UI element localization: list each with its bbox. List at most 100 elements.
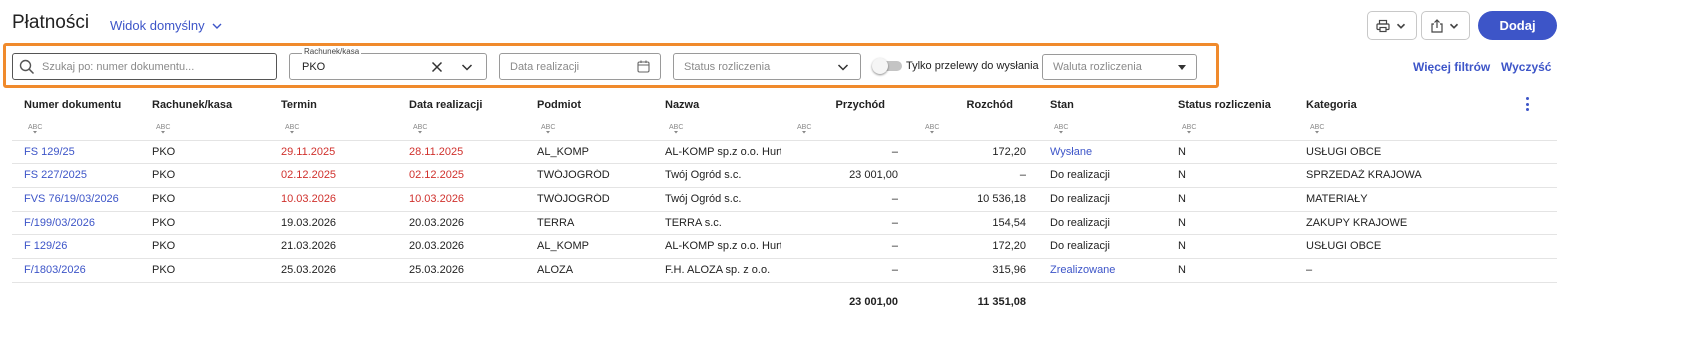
column-header-income[interactable]: Przychód xyxy=(785,99,885,111)
clear-icon[interactable] xyxy=(430,60,444,74)
cell-category: USŁUGI OBCE xyxy=(1306,240,1382,252)
svg-text:ABC: ABC xyxy=(1054,124,1068,131)
cell-entity: AL_KOMP xyxy=(537,240,589,252)
cell-document-number[interactable]: F/1803/2026 xyxy=(24,264,144,276)
cell-expense: 10 536,18 xyxy=(977,193,1026,205)
cell-name: AL-KOMP sp.z o.o. Hurtow xyxy=(665,146,781,158)
search-placeholder: Szukaj po: numer dokumentu... xyxy=(42,60,195,73)
status-placeholder: Status rozliczenia xyxy=(684,60,771,73)
cell-settlement-status: N xyxy=(1178,264,1186,276)
cell-expense: 315,96 xyxy=(992,264,1026,276)
column-filter-icon[interactable]: ABC xyxy=(412,121,428,135)
cell-income: – xyxy=(891,193,898,205)
column-header-state[interactable]: Stan xyxy=(1050,99,1074,111)
print-button[interactable] xyxy=(1367,11,1417,40)
search-icon xyxy=(19,59,35,74)
chevron-down-icon xyxy=(212,23,222,29)
cell-settlement-status: N xyxy=(1178,146,1186,158)
column-filter-icon[interactable]: ABC xyxy=(155,121,171,135)
cell-due-date: 29.11.2025 xyxy=(281,146,336,158)
view-selector[interactable]: Widok domyślny xyxy=(110,18,223,33)
column-filter-icon[interactable]: ABC xyxy=(1053,121,1069,135)
row-divider xyxy=(12,140,1557,141)
cell-expense: 154,54 xyxy=(992,217,1026,229)
cell-account: PKO xyxy=(152,264,176,276)
row-divider xyxy=(12,187,1557,188)
cell-state: Do realizacji xyxy=(1050,193,1110,205)
cell-execution-date: 20.03.2026 xyxy=(409,217,465,229)
svg-text:ABC: ABC xyxy=(156,124,170,131)
cell-entity: TWÓJOGRÓD xyxy=(537,193,610,205)
cell-expense: – xyxy=(1019,169,1026,181)
column-header-account[interactable]: Rachunek/kasa xyxy=(152,99,232,111)
cell-state: Do realizacji xyxy=(1050,169,1110,181)
cell-name: AL-KOMP sp.z o.o. Hurtow xyxy=(665,240,781,252)
clear-filters-link[interactable]: Wyczyść xyxy=(1501,60,1551,74)
column-filter-icon[interactable]: ABC xyxy=(924,121,940,135)
status-select[interactable]: Status rozliczenia xyxy=(673,53,861,80)
cell-income: – xyxy=(891,264,898,276)
cell-category: MATERIAŁY xyxy=(1306,193,1368,205)
cell-income: – xyxy=(891,240,898,252)
cell-entity: TERRA xyxy=(537,217,575,229)
svg-text:ABC: ABC xyxy=(413,124,427,131)
svg-text:ABC: ABC xyxy=(1182,124,1196,131)
column-header-execution-date[interactable]: Data realizacji xyxy=(409,99,482,111)
page-title: Płatności xyxy=(12,12,90,33)
column-filter-icon[interactable]: ABC xyxy=(668,121,684,135)
cell-due-date: 25.03.2026 xyxy=(281,264,337,276)
column-filter-icon[interactable]: ABC xyxy=(1309,121,1325,135)
column-menu-icon[interactable] xyxy=(1521,95,1533,113)
cell-document-number[interactable]: FS 129/25 xyxy=(24,146,144,158)
cell-state[interactable]: Zrealizowane xyxy=(1050,264,1170,276)
cell-account: PKO xyxy=(152,193,176,205)
column-header-name[interactable]: Nazwa xyxy=(665,99,699,111)
column-filter-icon[interactable]: ABC xyxy=(796,121,812,135)
chevron-down-icon xyxy=(1450,23,1459,29)
column-header-category[interactable]: Kategoria xyxy=(1306,99,1357,111)
cell-income: 23 001,00 xyxy=(849,169,898,181)
cell-name: Twój Ogród s.c. xyxy=(665,193,742,205)
more-filters-link[interactable]: Więcej filtrów xyxy=(1413,60,1490,74)
column-header-document-number[interactable]: Numer dokumentu xyxy=(24,99,121,111)
row-divider xyxy=(12,234,1557,235)
row-divider xyxy=(12,163,1557,164)
cell-execution-date: 25.03.2026 xyxy=(409,264,465,276)
svg-text:ABC: ABC xyxy=(925,124,939,131)
column-filter-icon[interactable]: ABC xyxy=(540,121,556,135)
cell-document-number[interactable]: F/199/03/2026 xyxy=(24,217,144,229)
chevron-down-icon xyxy=(1396,23,1406,29)
cell-document-number[interactable]: F 129/26 xyxy=(24,240,144,252)
cell-settlement-status: N xyxy=(1178,217,1186,229)
cell-name: Twój Ogród s.c. xyxy=(665,169,742,181)
cell-category: – xyxy=(1306,264,1313,276)
income-total: 23 001,00 xyxy=(849,296,898,308)
column-filter-icon[interactable]: ABC xyxy=(27,121,43,135)
search-input[interactable]: Szukaj po: numer dokumentu... xyxy=(12,53,277,80)
currency-select[interactable]: Waluta rozliczenia xyxy=(1042,54,1197,80)
column-header-entity[interactable]: Podmiot xyxy=(537,99,581,111)
chevron-down-icon xyxy=(837,63,849,71)
expense-total: 11 351,08 xyxy=(977,296,1026,308)
column-filter-icon[interactable]: ABC xyxy=(284,121,300,135)
toggle-knob[interactable] xyxy=(872,58,888,74)
cell-document-number[interactable]: FS 227/2025 xyxy=(24,169,144,181)
column-filter-icon[interactable]: ABC xyxy=(1181,121,1197,135)
cell-state[interactable]: Wysłane xyxy=(1050,146,1170,158)
date-placeholder: Data realizacji xyxy=(510,60,580,73)
date-picker[interactable]: Data realizacji xyxy=(499,53,661,80)
svg-text:ABC: ABC xyxy=(541,124,555,131)
add-button[interactable]: Dodaj xyxy=(1478,11,1557,40)
export-icon xyxy=(1431,18,1443,33)
cell-entity: TWÓJOGRÓD xyxy=(537,169,610,181)
column-header-settlement-status[interactable]: Status rozliczenia xyxy=(1178,99,1271,111)
svg-text:ABC: ABC xyxy=(28,124,42,131)
column-header-due-date[interactable]: Termin xyxy=(281,99,317,111)
cell-settlement-status: N xyxy=(1178,193,1186,205)
export-button[interactable] xyxy=(1421,11,1470,40)
cell-income: – xyxy=(891,146,898,158)
column-header-expense[interactable]: Rozchód xyxy=(913,99,1013,111)
account-select[interactable]: PKO xyxy=(289,53,487,80)
calendar-icon[interactable] xyxy=(637,60,650,73)
cell-document-number[interactable]: FVS 76/19/03/2026 xyxy=(24,193,144,205)
